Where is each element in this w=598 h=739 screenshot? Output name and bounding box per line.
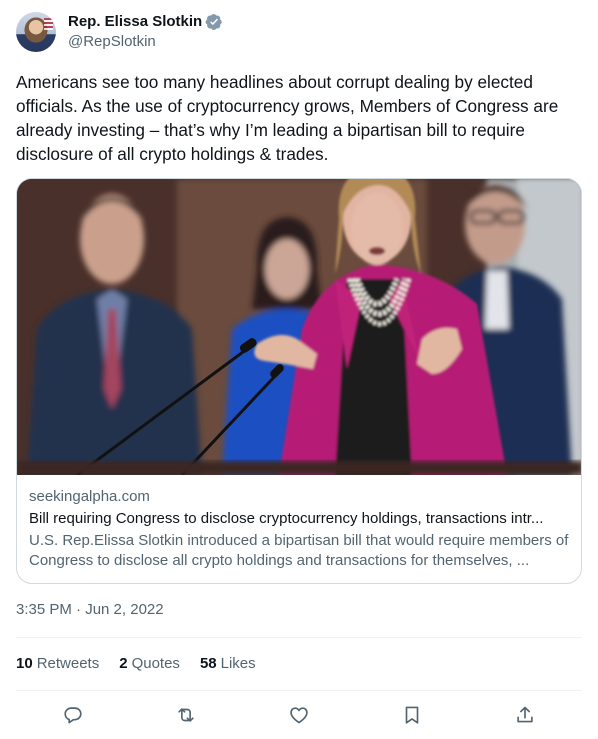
reply-button[interactable] [56, 702, 90, 728]
like-icon [290, 707, 308, 724]
likes-count: 58 [199, 655, 217, 672]
like-button[interactable] [282, 702, 316, 728]
tweet-actions [16, 702, 582, 728]
link-card[interactable]: seekingalpha.com Bill requiring Congress… [16, 178, 582, 584]
likes-stat[interactable]: 58 Likes [200, 654, 256, 674]
press-conference-photo [17, 179, 581, 475]
link-card-title[interactable]: Bill requiring Congress to disclose cryp… [29, 509, 569, 529]
reply-icon [63, 707, 82, 724]
display-name-row: Rep. Elissa Slotkin [68, 12, 223, 32]
verified-badge-icon[interactable] [205, 13, 223, 31]
author-handle[interactable]: @RepSlotkin [68, 32, 223, 52]
divider [16, 690, 582, 691]
bookmark-icon [405, 706, 419, 724]
tweet-timestamp[interactable]: 3:35 PM · Jun 2, 2022 [16, 600, 164, 620]
quotes-label: Quotes [131, 655, 180, 672]
likes-label: Likes [220, 655, 256, 672]
quotes-count: 2 [119, 655, 128, 672]
retweets-stat[interactable]: 10 Retweets [16, 654, 99, 674]
avatar[interactable] [16, 12, 56, 52]
retweet-icon [178, 708, 194, 722]
tweet-stats: 10 Retweets 2 Quotes 58 Likes [16, 654, 276, 674]
tweet-text: Americans see too many headlines about c… [16, 72, 559, 164]
share-button[interactable] [508, 702, 542, 728]
retweets-count: 10 [16, 655, 33, 672]
share-icon [517, 706, 534, 723]
retweet-button[interactable] [169, 702, 203, 728]
quotes-stat[interactable]: 2 Quotes [119, 654, 180, 674]
author-names: Rep. Elissa Slotkin @RepSlotkin [68, 12, 223, 52]
divider [16, 637, 582, 638]
tweet-header: Rep. Elissa Slotkin @RepSlotkin [16, 12, 223, 52]
retweets-label: Retweets [36, 655, 100, 672]
bookmark-button[interactable] [395, 702, 429, 728]
display-name[interactable]: Rep. Elissa Slotkin [68, 12, 202, 32]
link-card-domain: seekingalpha.com [29, 488, 150, 505]
link-card-description: U.S. Rep.Elissa Slotkin introduced a bip… [29, 532, 569, 569]
link-card-meta: seekingalpha.com Bill requiring Congress… [17, 475, 581, 571]
flag-icon [44, 18, 53, 30]
link-card-image[interactable] [17, 179, 581, 475]
